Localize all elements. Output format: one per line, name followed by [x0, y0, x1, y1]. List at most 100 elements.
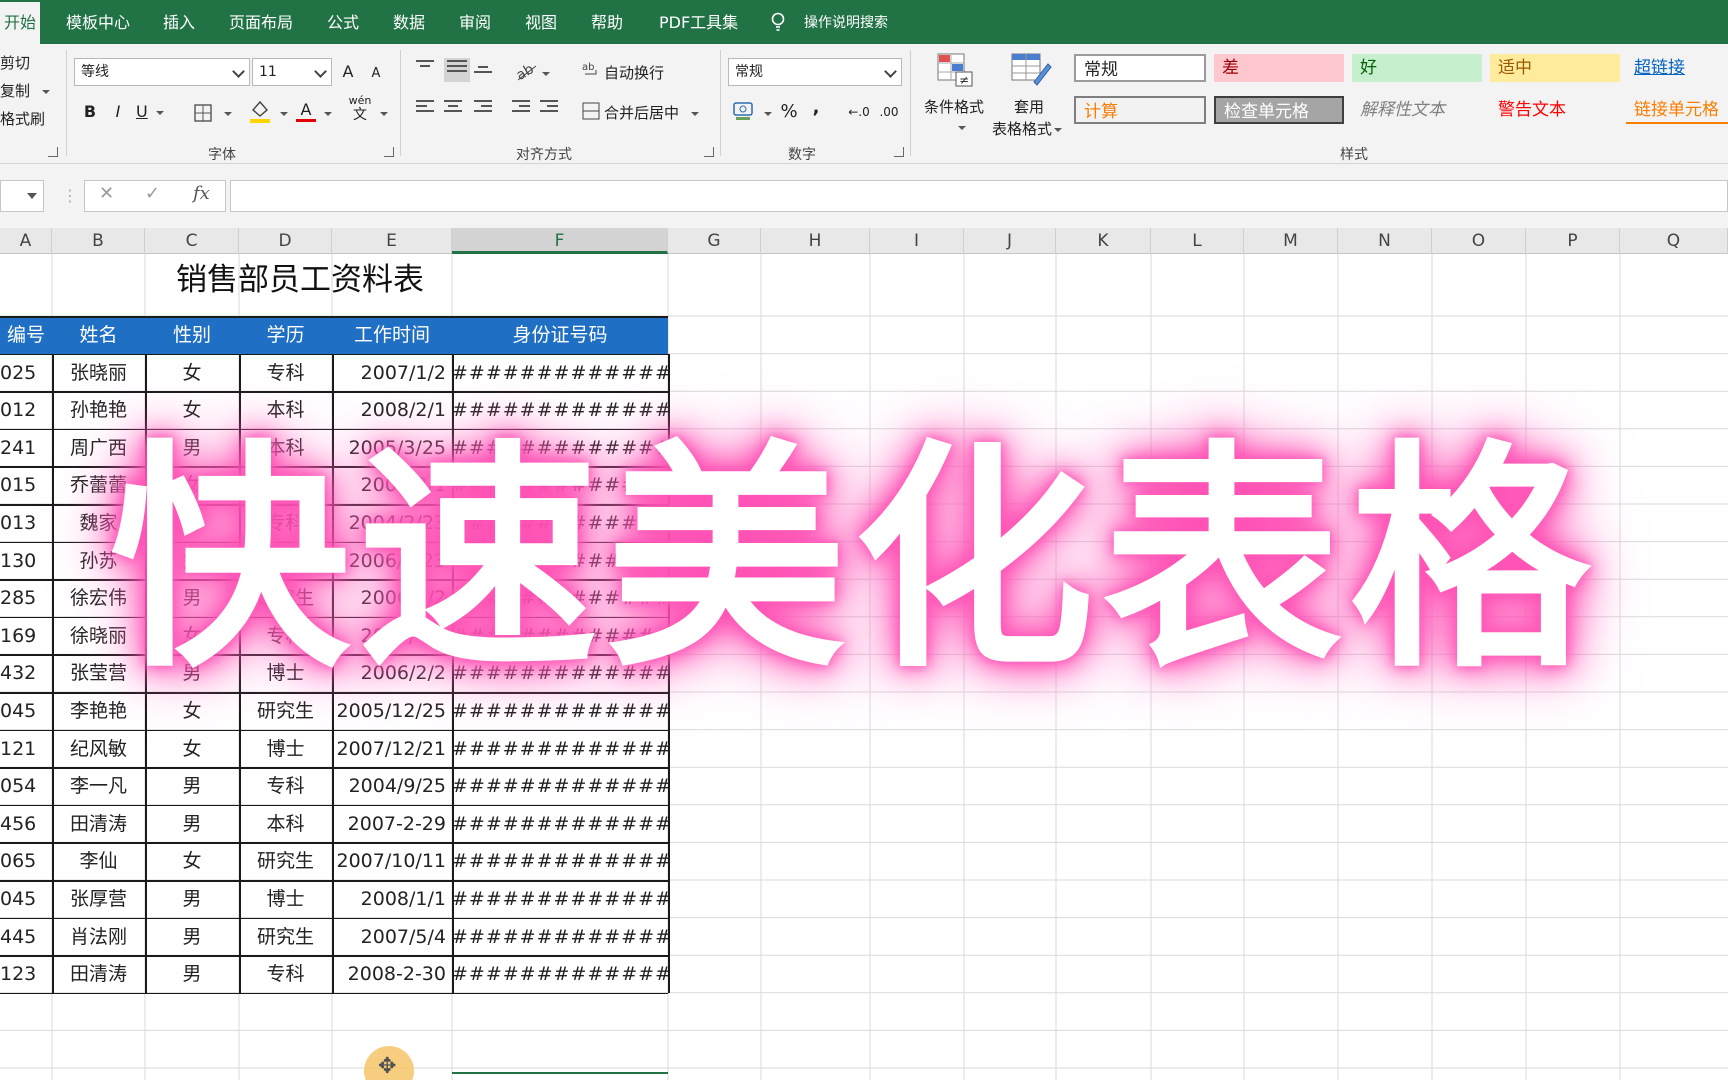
chevron-down-icon[interactable] [324, 112, 332, 116]
cut-button[interactable]: 剪切 [0, 52, 30, 73]
fill-color-icon[interactable] [248, 98, 272, 124]
tab-template-center[interactable]: 模板中心 [66, 0, 130, 44]
insert-function-icon[interactable]: fx [193, 183, 210, 204]
table-cell[interactable]: 李一凡 [52, 767, 145, 805]
copy-button[interactable]: 复制 [0, 80, 51, 101]
table-cell[interactable]: ################ [452, 767, 668, 805]
align-top-icon[interactable] [416, 60, 434, 76]
table-cell[interactable]: 肖法刚 [52, 918, 145, 956]
column-header-c[interactable]: C [145, 228, 239, 254]
table-cell[interactable]: ################ [452, 730, 668, 768]
table-cell[interactable]: 2007/5/4 [332, 918, 452, 956]
table-cell[interactable]: 2008/1/1 [332, 880, 452, 918]
shrink-font-button[interactable]: A [366, 60, 386, 88]
table-cell[interactable]: 博士 [239, 880, 332, 918]
table-cell[interactable]: 012 [0, 391, 52, 429]
chevron-down-icon[interactable] [380, 112, 388, 116]
table-cell[interactable]: 张晓丽 [52, 354, 145, 392]
table-cell[interactable]: 李仙 [52, 842, 145, 880]
align-center-icon[interactable] [444, 100, 462, 116]
font-size-combo[interactable]: 11 [252, 58, 332, 86]
table-cell[interactable]: 女 [145, 730, 239, 768]
table-cell[interactable]: 专科 [239, 354, 332, 392]
style-normal[interactable]: 常规 [1074, 54, 1206, 82]
italic-button[interactable]: I [108, 98, 128, 126]
table-header-cell[interactable]: 工作时间 [332, 316, 452, 354]
style-explanatory[interactable]: 解释性文本 [1352, 96, 1482, 124]
table-cell[interactable]: 男 [145, 805, 239, 843]
column-header-i[interactable]: I [870, 228, 964, 254]
column-header-a[interactable]: A [0, 228, 52, 254]
table-cell[interactable]: 纪风敏 [52, 730, 145, 768]
format-painter-button[interactable]: 格式刷 [0, 108, 45, 129]
table-header-cell[interactable]: 编号 [0, 316, 52, 354]
borders-icon[interactable] [194, 104, 212, 122]
table-cell[interactable]: 女 [145, 842, 239, 880]
table-cell[interactable]: 015 [0, 466, 52, 504]
table-cell[interactable]: 2007-2-29 [332, 805, 452, 843]
chevron-down-icon[interactable] [542, 72, 550, 76]
table-cell[interactable]: 169 [0, 617, 52, 655]
table-header-cell[interactable]: 身份证号码 [452, 316, 668, 354]
cancel-icon[interactable]: ✕ [99, 183, 114, 204]
merge-center-button[interactable]: 合并后居中 [604, 102, 700, 123]
table-cell[interactable]: 2007/1/2 [332, 354, 452, 392]
column-header-d[interactable]: D [239, 228, 332, 254]
table-title[interactable]: 销售部员工资料表 [130, 258, 470, 302]
table-cell[interactable]: 013 [0, 504, 52, 542]
table-header-cell[interactable]: 性别 [145, 316, 239, 354]
table-cell[interactable]: 445 [0, 918, 52, 956]
underline-button[interactable]: U [136, 98, 176, 126]
column-header-o[interactable]: O [1432, 228, 1526, 254]
table-cell[interactable]: 研究生 [239, 842, 332, 880]
tab-review[interactable]: 审阅 [459, 0, 491, 44]
conditional-formatting-button[interactable]: 条件格式 [924, 96, 984, 117]
chevron-down-icon[interactable] [224, 112, 232, 116]
wrap-text-button[interactable]: 自动换行 [604, 62, 664, 83]
column-header-f[interactable]: F [452, 228, 668, 254]
decrease-decimal-button[interactable]: .00 [876, 98, 902, 126]
conditional-formatting-icon[interactable]: ≠ [936, 52, 974, 88]
column-header-q[interactable]: Q [1620, 228, 1728, 254]
chevron-down-icon[interactable] [764, 112, 772, 116]
table-cell[interactable]: ################ [452, 955, 668, 993]
table-header-cell[interactable]: 姓名 [52, 316, 145, 354]
align-right-icon[interactable] [474, 100, 492, 116]
align-middle-icon[interactable] [444, 58, 470, 82]
style-neutral[interactable]: 适中 [1490, 54, 1620, 82]
decrease-indent-icon[interactable] [512, 100, 530, 116]
tab-home[interactable]: 开始 [0, 0, 41, 44]
table-cell[interactable]: 241 [0, 429, 52, 467]
table-cell[interactable]: 专科 [239, 767, 332, 805]
table-cell[interactable]: 女 [145, 354, 239, 392]
table-cell[interactable]: 045 [0, 692, 52, 730]
format-as-table-label-2[interactable]: 表格格式 [992, 118, 1063, 139]
column-header-j[interactable]: J [964, 228, 1056, 254]
number-launcher-icon[interactable] [894, 147, 904, 157]
name-box[interactable] [0, 180, 44, 212]
comma-style-button[interactable]: , [808, 94, 824, 122]
style-good[interactable]: 好 [1352, 54, 1482, 82]
table-cell[interactable]: 054 [0, 767, 52, 805]
table-cell[interactable]: 博士 [239, 730, 332, 768]
tab-formulas[interactable]: 公式 [327, 0, 359, 44]
style-calculation[interactable]: 计算 [1074, 96, 1206, 124]
table-cell[interactable]: 男 [145, 918, 239, 956]
style-bad[interactable]: 差 [1214, 54, 1344, 82]
column-header-h[interactable]: H [761, 228, 870, 254]
column-header-e[interactable]: E [332, 228, 452, 254]
column-header-p[interactable]: P [1526, 228, 1620, 254]
column-header-m[interactable]: M [1244, 228, 1338, 254]
table-cell[interactable]: 专科 [239, 955, 332, 993]
phonetic-button[interactable]: wén 文 [348, 94, 372, 122]
table-cell[interactable]: 065 [0, 842, 52, 880]
table-cell[interactable]: 025 [0, 354, 52, 392]
table-cell[interactable]: ################ [452, 918, 668, 956]
style-check-cell[interactable]: 检查单元格 [1214, 96, 1344, 124]
table-cell[interactable]: 张厚营 [52, 880, 145, 918]
table-cell[interactable]: ################ [452, 842, 668, 880]
table-cell[interactable]: 男 [145, 767, 239, 805]
table-cell[interactable]: 130 [0, 542, 52, 580]
table-cell[interactable]: 男 [145, 880, 239, 918]
table-cell[interactable]: 田清涛 [52, 955, 145, 993]
